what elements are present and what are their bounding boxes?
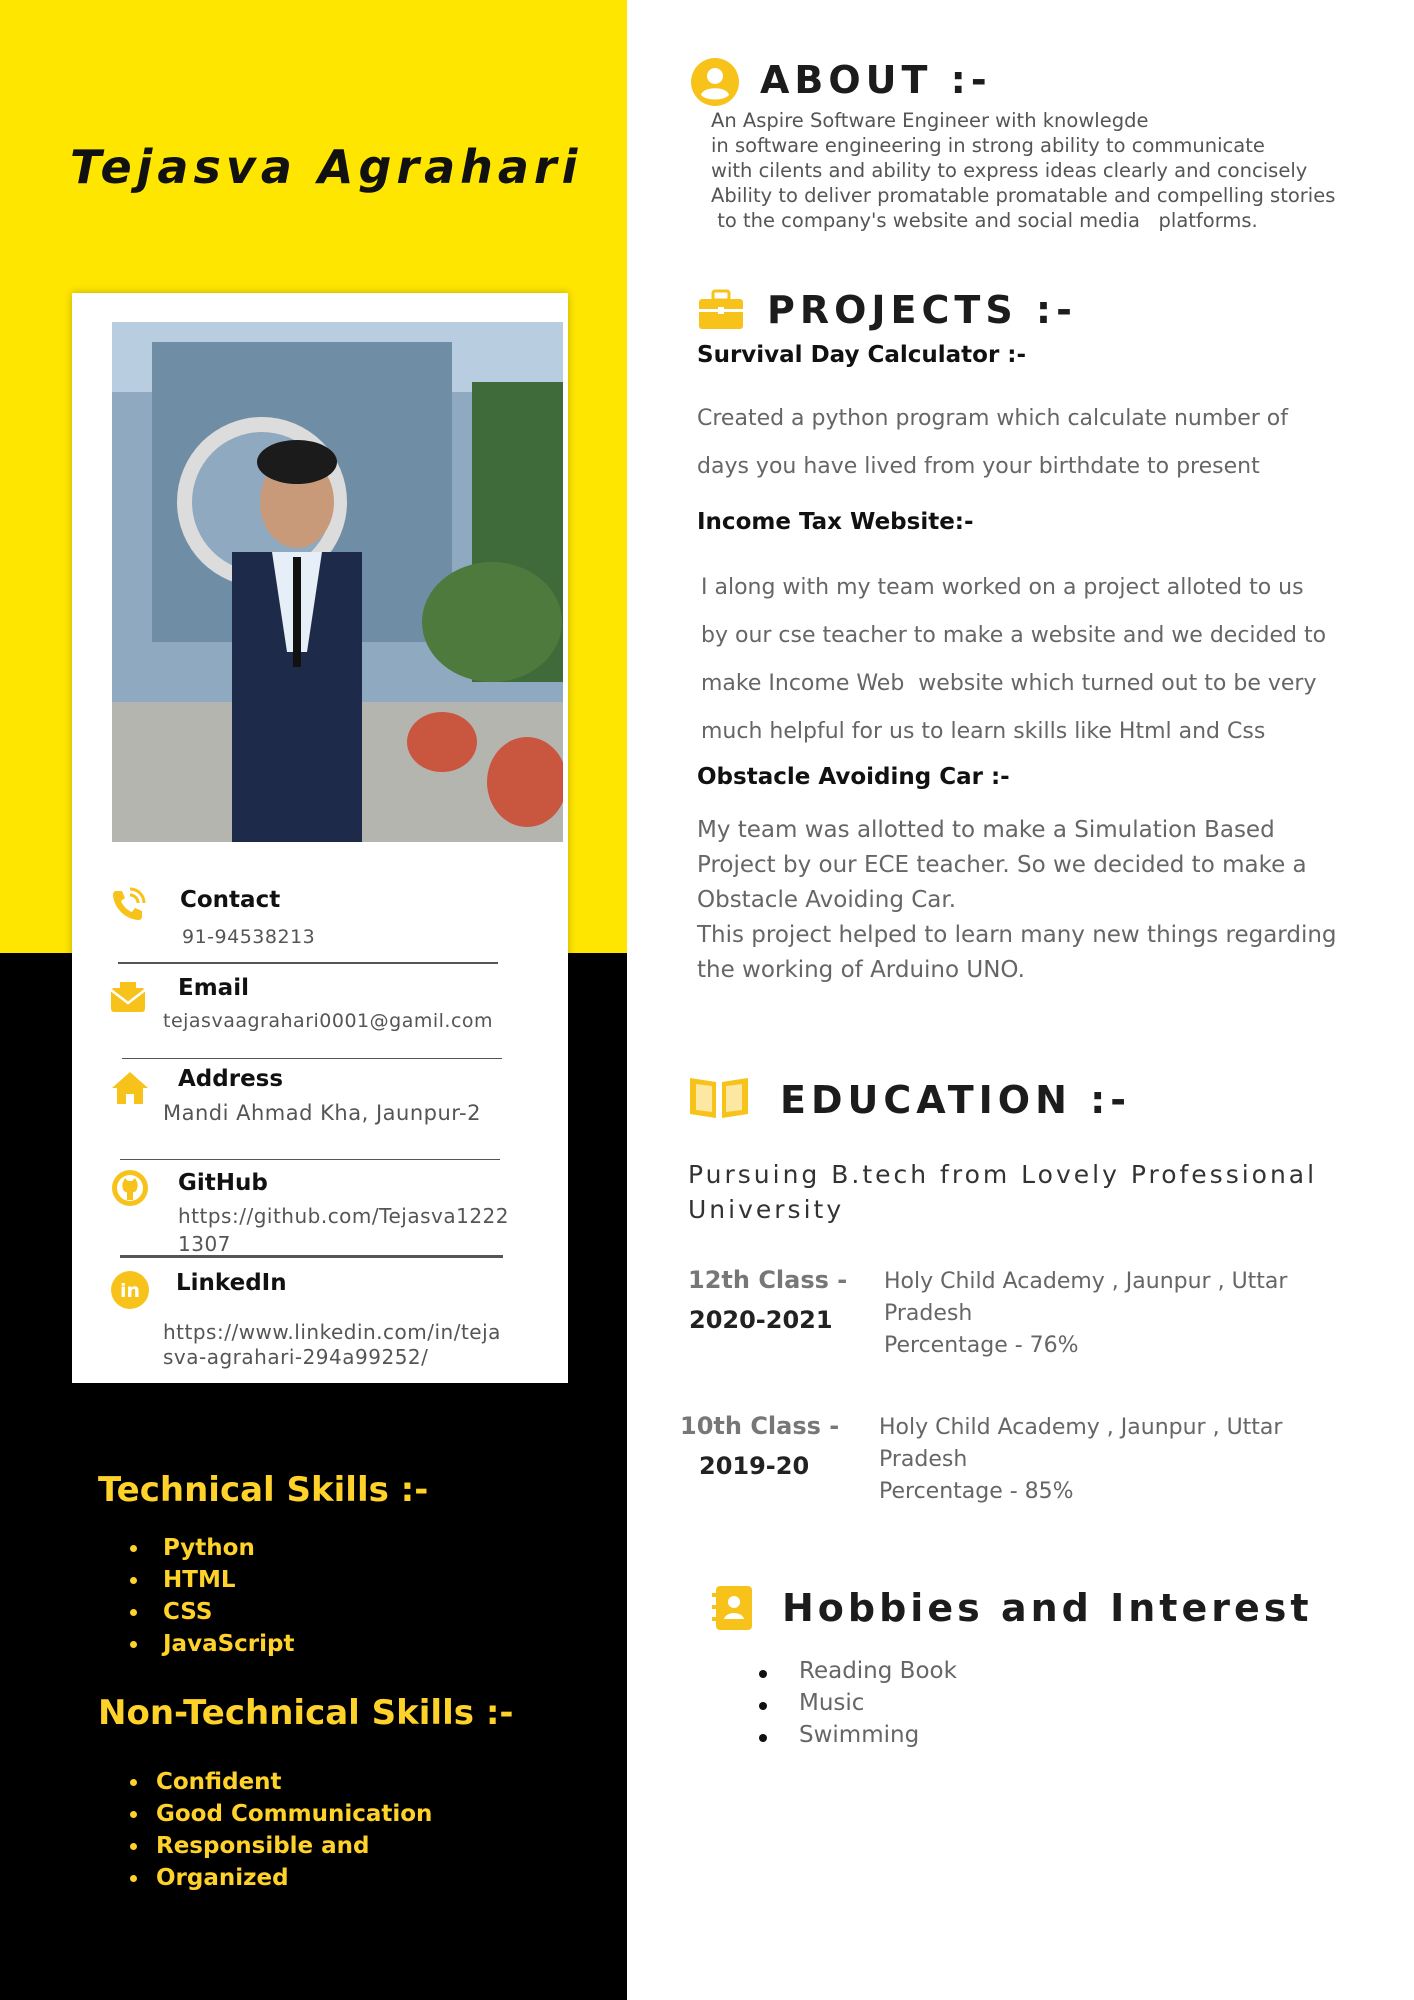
email-title: Email (178, 975, 249, 1001)
technical-skills-title: Technical Skills :- (98, 1470, 429, 1510)
hobby-item: Music (759, 1687, 957, 1719)
project-line: Project by our ECE teacher. So we decide… (697, 852, 1307, 878)
about-text: An Aspire Software Engineer with knowleg… (711, 108, 1335, 233)
project-line: Obstacle Avoiding Car. (697, 887, 957, 913)
project-line: Created a python program which calculate… (697, 406, 1289, 431)
address-title: Address (178, 1066, 284, 1092)
contact-phone: 91-94538213 (182, 926, 316, 948)
project-title: Income Tax Website:- (697, 509, 974, 535)
about-line: Ability to deliver promatable promatable… (711, 184, 1336, 207)
contact-email[interactable]: tejasvaagrahari0001@gamil.com (163, 1009, 493, 1034)
phone-icon (113, 887, 146, 920)
project-description: I along with my team worked on a project… (701, 564, 1326, 756)
project-title: Survival Day Calculator :- (697, 342, 1027, 368)
project-line: days you have lived from your birthdate … (697, 454, 1260, 479)
non-technical-skills-list: Confident Good Communication Responsible… (130, 1766, 432, 1894)
education-school: Holy Child Academy , Jaunpur , Uttar (884, 1269, 1288, 1294)
linkedin-title: LinkedIn (176, 1270, 287, 1296)
non-technical-skills-title: Non-Technical Skills :- (98, 1693, 514, 1733)
skill-item: CSS (130, 1596, 294, 1628)
education-school: Holy Child Academy , Jaunpur , Uttar (879, 1415, 1283, 1440)
skill-item: Python (130, 1532, 294, 1564)
project-description: My team was allotted to make a Simulatio… (697, 813, 1337, 988)
technical-skills-list: Python HTML CSS JavaScript (130, 1532, 294, 1660)
project-line: the working of Arduino UNO. (697, 957, 1025, 983)
about-line: in software engineering in strong abilit… (711, 134, 1265, 157)
education-class: 10th Class - (680, 1412, 840, 1440)
project-title: Obstacle Avoiding Car :- (697, 764, 1010, 790)
divider (120, 1255, 503, 1258)
svg-text:in: in (120, 1280, 140, 1302)
candidate-name: Tejasva Agrahari (70, 140, 583, 194)
education-class: 12th Class - (688, 1266, 848, 1294)
education-years: 2019-20 (699, 1452, 810, 1480)
email-icon (110, 982, 146, 1012)
home-icon (112, 1072, 148, 1104)
project-line: much helpful for us to learn skills like… (701, 719, 1266, 744)
hobby-item: Swimming (759, 1719, 957, 1751)
project-line: by our cse teacher to make a website and… (701, 623, 1327, 648)
contact-address: Mandi Ahmad Kha, Jaunpur-2 (163, 1101, 481, 1125)
contact-book-icon (712, 1586, 752, 1630)
linkedin-url-line2[interactable]: sva-agrahari-294a99252/ (163, 1345, 428, 1370)
divider (120, 1159, 500, 1160)
linkedin-icon: in (111, 1271, 149, 1309)
project-line: make Income Web website which turned out… (701, 671, 1317, 696)
project-description: Created a python program which calculate… (697, 395, 1288, 491)
skill-item: Responsible and (130, 1830, 432, 1862)
divider (118, 962, 498, 964)
education-percentage: Percentage - 85% (879, 1479, 1074, 1504)
education-detail: Holy Child Academy , Jaunpur , Uttar Pra… (884, 1266, 1287, 1362)
about-title: ABOUT :- (760, 58, 992, 102)
divider (122, 1058, 502, 1059)
education-state: Pradesh (879, 1447, 968, 1472)
education-years: 2020-2021 (689, 1306, 833, 1334)
about-line: to the company's website and social medi… (711, 209, 1258, 232)
education-state: Pradesh (884, 1301, 973, 1326)
profile-photo (112, 322, 563, 842)
hobby-item: Reading Book (759, 1655, 957, 1687)
github-title: GitHub (178, 1170, 268, 1196)
github-url-line1[interactable]: https://github.com/Tejasva1222 (178, 1204, 509, 1229)
education-detail: Holy Child Academy , Jaunpur , Uttar Pra… (879, 1412, 1282, 1508)
project-line: I along with my team worked on a project… (701, 575, 1304, 600)
education-lead: Pursuing B.tech from Lovely Professional… (688, 1160, 1318, 1224)
education-title: EDUCATION :- (780, 1078, 1132, 1122)
education-percentage: Percentage - 76% (884, 1333, 1079, 1358)
projects-title: PROJECTS :- (767, 288, 1077, 332)
skill-item: Organized (130, 1862, 432, 1894)
project-line: My team was allotted to make a Simulatio… (697, 817, 1275, 843)
user-icon (691, 58, 739, 106)
about-line: with cilents and ability to express idea… (711, 159, 1308, 182)
briefcase-icon (699, 289, 743, 329)
project-line: This project helped to learn many new th… (697, 922, 1337, 948)
skill-item: HTML (130, 1564, 294, 1596)
linkedin-url-line1[interactable]: https://www.linkedin.com/in/teja (163, 1320, 501, 1345)
about-line: An Aspire Software Engineer with knowleg… (711, 109, 1149, 132)
skill-item: JavaScript (130, 1628, 294, 1660)
hobbies-title: Hobbies and Interest (782, 1586, 1313, 1630)
skill-item: Good Communication (130, 1798, 432, 1830)
github-url-line2[interactable]: 1307 (178, 1232, 231, 1257)
contact-title: Contact (180, 887, 281, 913)
github-icon (112, 1170, 148, 1206)
hobbies-list: Reading Book Music Swimming (759, 1655, 957, 1751)
book-icon (690, 1078, 748, 1118)
skill-item: Confident (130, 1766, 432, 1798)
